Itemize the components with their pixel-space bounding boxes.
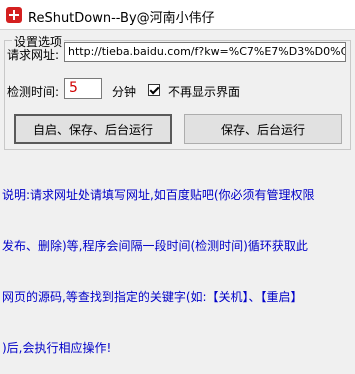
description-line: )后,会执行相应操作! [2,341,112,355]
shutdown-app-icon [6,7,22,23]
description-line: 网页的源码,等查找到指定的关键字(如:【关机】、【重启】 [2,290,303,304]
interval-label: 检测时间: [7,85,60,99]
hide-ui-label[interactable]: 不再显示界面 [168,83,240,100]
interval-unit-label: 分钟 [112,85,137,99]
hide-ui-checkbox[interactable] [148,84,160,96]
window-title: ReShutDown--By@河南小伟仔 [28,11,215,26]
url-label: 请求网址: [7,48,60,62]
title-bar: ReShutDown--By@河南小伟仔 [0,0,355,30]
url-input[interactable]: http://tieba.baidu.com/f?kw=%C7%E7%D3%D0… [64,42,346,62]
description-text: 说明:请求网址处请填写网址,如百度贴吧(你必须有管理权限 发布、删除)等,程序会… [2,153,353,374]
description-line: 发布、删除)等,程序会间隔一段时间(检测时间)循环获取此 [2,239,308,253]
description-line: 说明:请求网址处请填写网址,如百度贴吧(你必须有管理权限 [2,188,315,202]
autostart-save-run-button[interactable]: 自启、保存、后台运行 [14,114,172,144]
save-run-button[interactable]: 保存、后台运行 [184,114,342,144]
interval-input[interactable]: 5 [64,78,102,99]
